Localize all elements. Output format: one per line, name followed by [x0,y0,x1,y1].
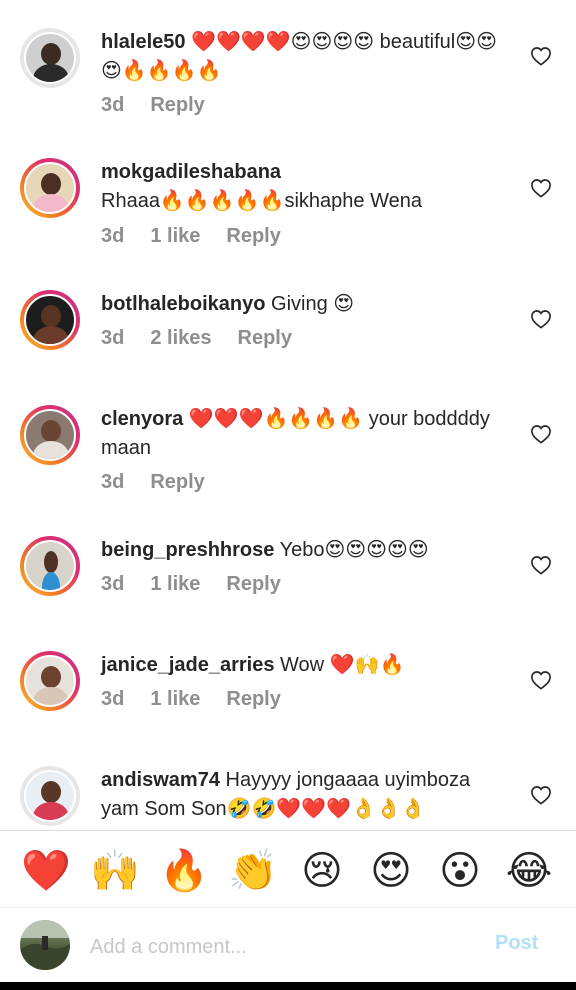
comment-time: 3d [101,94,125,116]
avatar[interactable] [20,158,80,218]
comment-time: 3d [101,573,125,595]
post-button[interactable]: Post [495,932,538,955]
quick-reactions-bar: ❤️ 🙌 🔥 👏 😢 😍 😮 😂 [0,840,576,902]
comment-meta: 3d 1 like Reply [101,688,307,711]
comment-meta: 3d 1 like Reply [101,225,307,248]
reply-button[interactable]: Reply [238,327,292,349]
comment-list[interactable]: hlalele50 ❤️❤️❤️❤️😍😍😍😍 beautiful😍😍😍🔥🔥🔥🔥 … [0,0,576,830]
comment-username[interactable]: janice_jade_arries [101,654,274,676]
reply-button[interactable]: Reply [226,688,280,710]
raised-hands-reaction-button[interactable]: 🙌 [89,845,141,897]
surprised-face-reaction-button[interactable]: 😮 [434,845,486,897]
comment-time: 3d [101,327,125,349]
like-heart-icon[interactable] [530,670,552,690]
add-comment-input[interactable] [88,930,472,964]
comment-likes[interactable]: 1 like [150,688,200,710]
avatar[interactable] [20,766,80,826]
like-heart-icon[interactable] [530,178,552,198]
heart-reaction-button[interactable]: ❤️ [20,845,72,897]
profile-photo-icon [20,920,70,970]
fire-reaction-button[interactable]: 🔥 [158,845,210,897]
comment-text: janice_jade_arries Wow ❤️🙌🔥 [101,651,501,680]
comment-body: Yebo😍😍😍😍😍 [274,539,429,561]
comment-text: hlalele50 ❤️❤️❤️❤️😍😍😍😍 beautiful😍😍😍🔥🔥🔥🔥 [101,28,501,86]
avatar[interactable] [20,536,80,596]
comment-username[interactable]: being_preshhrose [101,539,274,561]
avatar[interactable] [20,290,80,350]
comment-text: clenyora ❤️❤️❤️🔥🔥🔥🔥 your boddddy maan [101,405,501,463]
like-heart-icon[interactable] [530,555,552,575]
comment-meta: 3d 1 like Reply [101,573,307,596]
reply-button[interactable]: Reply [150,471,204,493]
reply-button[interactable]: Reply [226,225,280,247]
comment-body: Rhaaa🔥🔥🔥🔥🔥sikhaphe Wena [101,190,422,212]
like-heart-icon[interactable] [530,46,552,66]
comment-composer: Post [0,908,576,982]
heart-eyes-reaction-button[interactable]: 😍 [365,845,417,897]
comment-body: Wow ❤️🙌🔥 [274,654,405,676]
comment-text: mokgadileshabana Rhaaa🔥🔥🔥🔥🔥sikhaphe Wena [101,158,501,216]
comment-likes[interactable]: 1 like [150,225,200,247]
comment-username[interactable]: clenyora [101,408,183,430]
comment-username[interactable]: andiswam74 [101,769,220,791]
like-heart-icon[interactable] [530,785,552,805]
comment-time: 3d [101,688,125,710]
comment-likes[interactable]: 1 like [150,573,200,595]
avatar[interactable] [20,651,80,711]
clapping-hands-reaction-button[interactable]: 👏 [227,845,279,897]
comment-username[interactable]: botlhaleboikanyo [101,293,265,315]
crying-face-reaction-button[interactable]: 😢 [296,845,348,897]
comment-username[interactable]: hlalele50 [101,31,186,53]
like-heart-icon[interactable] [530,424,552,444]
comment-username[interactable]: mokgadileshabana [101,161,281,183]
divider [0,830,576,831]
reply-button[interactable]: Reply [226,573,280,595]
tears-of-joy-reaction-button[interactable]: 😂 [503,845,555,897]
comment-time: 3d [101,471,125,493]
avatar[interactable] [20,405,80,465]
comment-text: being_preshhrose Yebo😍😍😍😍😍 [101,536,501,565]
comment-meta: 3d Reply [101,94,231,117]
system-navigation-bar [0,982,576,990]
avatar[interactable] [20,28,80,88]
comment-meta: 3d Reply [101,471,231,494]
reply-button[interactable]: Reply [150,94,204,116]
comment-body: Giving 😍 [265,293,355,315]
comment-time: 3d [101,225,125,247]
comment-text: botlhaleboikanyo Giving 😍 [101,290,501,319]
comment-likes[interactable]: 2 likes [150,327,211,349]
like-heart-icon[interactable] [530,309,552,329]
comment-meta: 3d 2 likes Reply [101,327,318,350]
current-user-avatar [20,920,70,970]
comment-text: andiswam74 Hayyyy jongaaaa uyimboza yam … [101,766,501,824]
